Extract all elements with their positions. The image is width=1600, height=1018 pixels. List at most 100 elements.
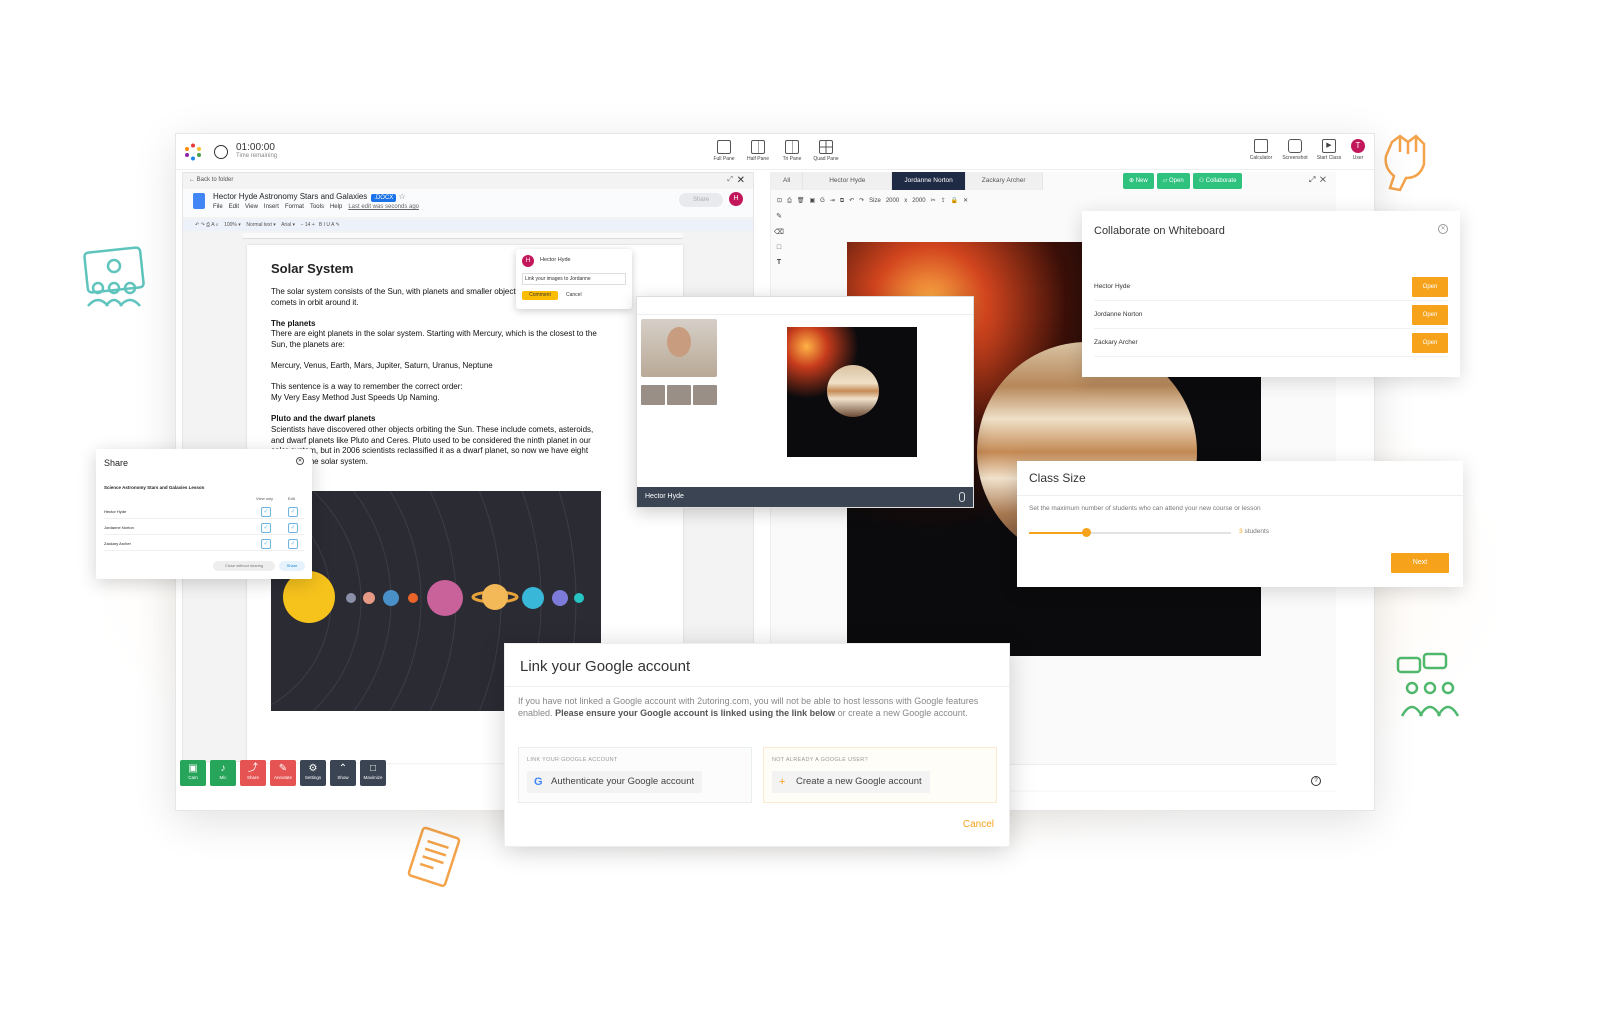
zoom-select[interactable]: 100% [224,222,237,228]
comment-avatar: H [522,255,534,267]
view-only-checkbox[interactable]: ✓ [261,539,271,549]
text-tool-icon[interactable]: T [771,259,787,266]
half-pane-button[interactable]: Half Pane [745,140,771,162]
menu-view[interactable]: View [245,204,258,210]
comment-cancel-button[interactable]: Cancel [566,292,582,298]
user-avatar: T [1351,139,1365,153]
quad-pane-button[interactable]: Quad Pane [813,140,839,162]
doc-paragraph: My Very Easy Method Just Speeds Up Namin… [271,393,440,402]
gdoc-share-button[interactable]: Share [679,193,723,207]
user-menu[interactable]: T User [1350,139,1366,161]
edit-checkbox[interactable]: ✓ [288,507,298,517]
star-icon[interactable]: ☆ [399,192,406,201]
close-icon[interactable]: ✕ [296,457,304,465]
menu-format[interactable]: Format [285,204,304,210]
doc-paragraph: This sentence is a way to remember the c… [271,382,463,391]
view-only-checkbox[interactable]: ✓ [261,523,271,533]
video-call-window: Hector Hyde [636,296,974,508]
close-icon[interactable]: ✕ [1438,224,1448,234]
timer-label: Time remaining [236,153,278,159]
start-class-button[interactable]: ▶ Start Class [1316,139,1342,161]
document-icon [407,826,461,887]
top-tools: Calculator Screenshot ▶ Start Class T User [1248,139,1366,161]
open-button[interactable]: Open [1412,305,1448,325]
width-input[interactable]: 2000 [886,198,899,204]
open-button[interactable]: Open [1412,333,1448,353]
collaborate-modal: Collaborate on Whiteboard ✕ Hector Hyde O… [1082,211,1460,377]
tri-pane-button[interactable]: Tri Pane [779,140,805,162]
eraser-tool-icon[interactable]: ⌫ [771,228,787,236]
create-google-account-button[interactable]: + Create a new Google account [772,771,930,793]
participant-main-video [641,319,717,377]
edit-checkbox[interactable]: ✓ [288,523,298,533]
menu-file[interactable]: File [213,204,223,210]
comment-popup: H Hector Hyde Link your images to Jordan… [516,249,632,309]
open-button[interactable]: Open [1412,277,1448,297]
tab-jordanne-norton[interactable]: Jordanne Norton [892,172,966,190]
tab-all[interactable]: All [771,172,804,190]
authenticate-google-button[interactable]: G Authenticate your Google account [527,771,703,793]
show-button[interactable]: ⌃ Show [330,760,356,786]
mic-icon[interactable] [959,492,965,502]
participant-name: Hector Hyde [645,493,684,500]
close-whiteboard-icon[interactable]: ⤢ ✕ [1309,175,1326,185]
tab-zackary-archer[interactable]: Zackary Archer [965,172,1043,190]
pen-tool-icon[interactable]: ✎ [771,212,787,220]
close-icon[interactable]: ✕ [737,175,745,186]
new-whiteboard-button[interactable]: ⊕ New [1123,173,1154,189]
collaborator-row: Jordanne Norton Open [1094,301,1448,329]
font-size-input[interactable]: 14 [305,222,311,228]
size-label: Size [869,198,881,204]
calculator-button[interactable]: Calculator [1248,139,1274,161]
back-to-folder-link[interactable]: ← Back to folder [189,177,233,183]
google-modal-description: If you have not linked a Google account … [518,696,979,718]
share-screen-button[interactable]: ⤴ Share [240,760,266,786]
doc-paragraph: There are eight planets in the solar sys… [271,329,597,349]
edit-checkbox[interactable]: ✓ [288,539,298,549]
font-select[interactable]: Arial [281,222,291,228]
style-select[interactable]: Normal text [246,222,272,228]
settings-button[interactable]: ⚙ Settings [300,760,326,786]
camera-button[interactable]: ▣ Cam [180,760,206,786]
full-pane-button[interactable]: Full Pane [711,140,737,162]
mic-icon: ♪ [220,763,226,774]
screenshot-button[interactable]: Screenshot [1282,139,1308,161]
tab-hector-hyde[interactable]: Hector Hyde [803,172,893,190]
comment-input[interactable]: Link your images to Jordanne [522,273,626,285]
next-button[interactable]: Next [1391,553,1449,573]
shape-tool-icon[interactable]: □ [771,244,787,251]
class-size-title: Class Size [1029,471,1086,485]
maximize-button[interactable]: □ Maximize [360,760,386,786]
participant-thumbnail[interactable] [667,385,691,405]
expand-icon[interactable]: ⤢ [727,176,733,184]
comment-button[interactable]: Comment [522,291,558,300]
mic-button[interactable]: ♪ Mic [210,760,236,786]
jupiter-preview-image [787,327,917,457]
menu-edit[interactable]: Edit [229,204,239,210]
cancel-button[interactable]: Cancel [963,819,994,830]
menu-tools[interactable]: Tools [310,204,324,210]
participant-thumbnail[interactable] [693,385,717,405]
slider-handle[interactable] [1081,528,1091,537]
menu-help[interactable]: Help [330,204,342,210]
share-button[interactable]: Share [279,561,305,571]
calculator-icon [1254,139,1268,153]
participant-thumbnail[interactable] [641,385,665,405]
annotate-button[interactable]: ✎ Annotate [270,760,296,786]
open-whiteboard-button[interactable]: ▱ Open [1156,173,1190,189]
doc-paragraph: Mercury, Venus, Earth, Mars, Jupiter, Sa… [271,361,493,370]
class-size-description: Set the maximum number of students who c… [1029,505,1261,512]
media-controls: ▣ Cam ♪ Mic ⤴ Share ✎ Annotate ⚙ Settings ⌃ Sh… [180,760,386,786]
slider-fill [1029,532,1086,534]
last-edit-link[interactable]: Last edit was seconds ago [348,204,419,210]
share-row: Hector Hyde ✓ ✓ [104,505,304,519]
doc-subheading: The planets [271,319,316,328]
height-input[interactable]: 2000 [912,198,925,204]
collaborate-button[interactable]: ⚇ Collaborate [1192,173,1243,189]
close-without-sharing-button[interactable]: Close without sharing [213,561,275,571]
view-only-checkbox[interactable]: ✓ [261,507,271,517]
menu-insert[interactable]: Insert [264,204,279,210]
gdoc-menu-bar: File Edit View Insert Format Tools Help … [213,204,419,210]
help-icon[interactable]: ? [1311,776,1321,786]
student-slider[interactable] [1029,528,1231,537]
